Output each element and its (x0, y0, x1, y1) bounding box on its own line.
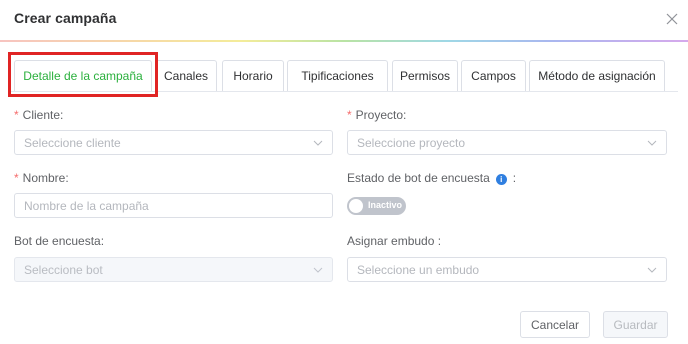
toggle-text: Inactivo (368, 200, 403, 210)
label-colon: : (437, 234, 442, 248)
estado-bot-toggle[interactable]: Inactivo (347, 197, 406, 215)
highlight-box (8, 52, 158, 97)
proyecto-label: * Proyecto: (347, 108, 406, 122)
estado-bot-label: Estado de bot de encuesta i: (347, 171, 516, 185)
tab-canales[interactable]: Canales (155, 60, 217, 91)
label-colon: : (65, 171, 69, 185)
nombre-placeholder: Nombre de la campaña (24, 198, 149, 213)
cancel-button[interactable]: Cancelar (520, 311, 590, 338)
nombre-label: * Nombre: (14, 171, 69, 185)
label-colon: : (512, 171, 517, 185)
proyecto-placeholder: Seleccione proyecto (357, 135, 466, 150)
close-icon (666, 13, 678, 25)
embudo-placeholder: Seleccione un embudo (357, 262, 480, 277)
cliente-label-text: Cliente (22, 108, 61, 122)
tab-horario[interactable]: Horario (222, 60, 284, 91)
proyecto-label-text: Proyecto (355, 108, 404, 122)
modal-title: Crear campaña (14, 10, 117, 26)
nombre-label-text: Nombre (22, 171, 66, 185)
nombre-input[interactable]: Nombre de la campaña (14, 193, 333, 218)
toggle-knob (349, 199, 363, 213)
bot-label: Bot de encuesta: (14, 234, 104, 248)
label-colon: : (60, 108, 64, 122)
bot-select: Seleccione bot (14, 257, 333, 282)
label-colon: : (100, 234, 105, 248)
info-icon[interactable]: i (495, 174, 507, 185)
tab-metodo-asignacion[interactable]: Método de asignación (529, 60, 665, 91)
chevron-down-icon (313, 267, 323, 273)
label-colon: : (403, 108, 407, 122)
bot-label-text: Bot de encuesta (14, 234, 101, 248)
estado-bot-label-text: Estado de bot de encuesta (347, 171, 490, 185)
embudo-label: Asignar embudo : (347, 234, 441, 248)
tab-campos[interactable]: Campos (461, 60, 526, 91)
chevron-down-icon (647, 267, 657, 273)
modal-header: Crear campaña (0, 0, 688, 40)
bot-placeholder: Seleccione bot (24, 262, 103, 277)
chevron-down-icon (313, 140, 323, 146)
proyecto-select[interactable]: Seleccione proyecto (347, 130, 667, 155)
tab-tipificaciones[interactable]: Tipificaciones (287, 60, 388, 91)
save-button[interactable]: Guardar (603, 311, 668, 338)
header-divider (0, 40, 688, 42)
cliente-placeholder: Seleccione cliente (24, 135, 121, 150)
cliente-label: * Cliente: (14, 108, 63, 122)
required-mark: * (347, 108, 352, 122)
chevron-down-icon (647, 140, 657, 146)
close-button[interactable] (662, 9, 682, 29)
required-mark: * (14, 108, 19, 122)
cliente-select[interactable]: Seleccione cliente (14, 130, 333, 155)
embudo-label-text: Asignar embudo (347, 234, 435, 248)
required-mark: * (14, 171, 19, 185)
tab-permisos[interactable]: Permisos (392, 60, 458, 91)
embudo-select[interactable]: Seleccione un embudo (347, 257, 667, 282)
